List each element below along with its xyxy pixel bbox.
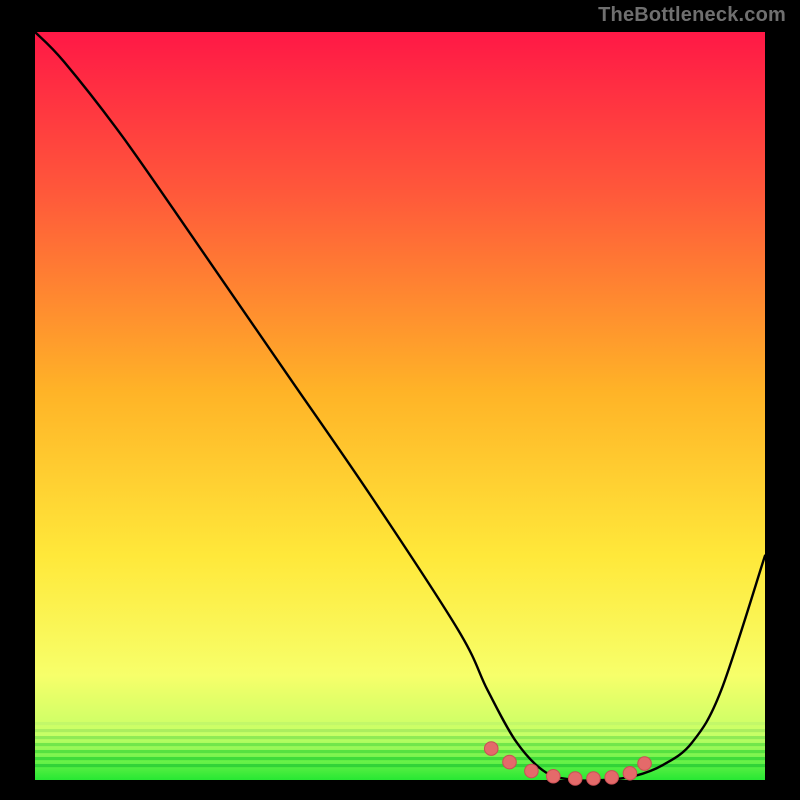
watermark-label: TheBottleneck.com — [598, 4, 786, 27]
highlight-marker — [568, 772, 582, 786]
bottleneck-chart — [0, 0, 800, 800]
gradient-background — [35, 32, 765, 780]
highlight-marker — [605, 771, 619, 785]
highlight-marker — [503, 755, 517, 769]
highlight-marker — [587, 772, 601, 786]
highlight-marker — [623, 766, 637, 780]
highlight-marker — [525, 764, 539, 778]
highlight-marker — [638, 757, 652, 771]
chart-stage: TheBottleneck.com — [0, 0, 800, 800]
highlight-marker — [484, 742, 498, 756]
highlight-marker — [547, 769, 561, 783]
